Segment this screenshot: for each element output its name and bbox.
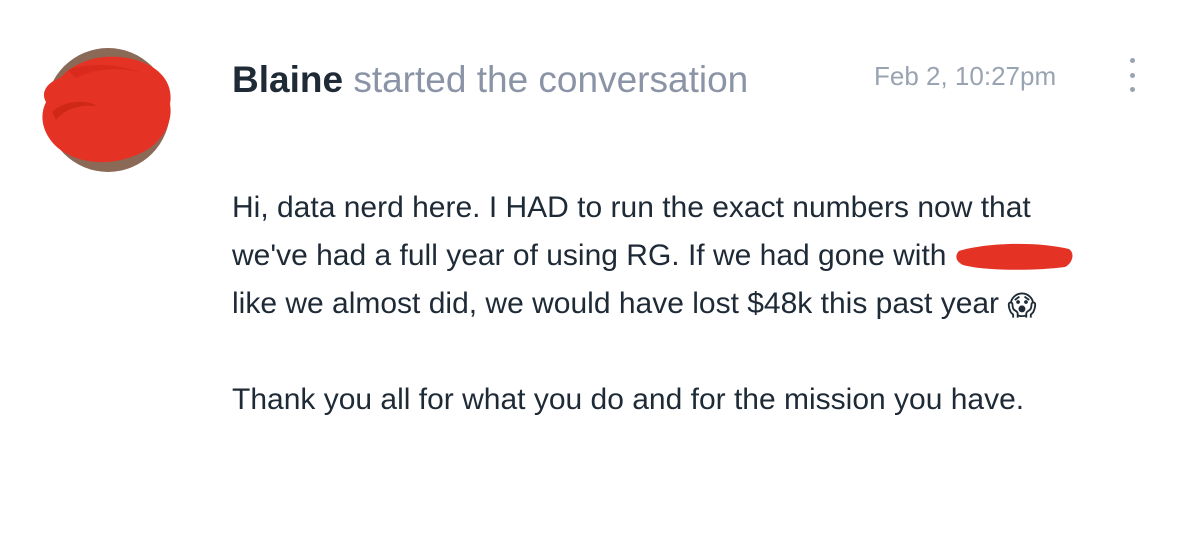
redaction-scribble <box>956 243 1073 270</box>
screaming-face-icon: 😱 <box>1007 290 1037 321</box>
author-name[interactable]: Blaine <box>232 59 343 100</box>
avatar-redaction <box>42 56 171 163</box>
avatar[interactable] <box>42 48 171 172</box>
message-timestamp: Feb 2, 10:27pm <box>874 61 1057 91</box>
menu-dot <box>1129 87 1135 92</box>
paragraph-text: like we almost did, we would have lost $… <box>232 287 1008 320</box>
more-vertical-icon[interactable] <box>1122 58 1142 92</box>
message-body: Hi, data nerd here. I HAD to run the exa… <box>232 184 1112 424</box>
message-paragraph: Thank you all for what you do and for th… <box>232 383 1025 416</box>
message-header: Blaine started the conversation <box>232 56 792 104</box>
menu-dot <box>1129 58 1135 63</box>
inline-redaction <box>955 241 1075 271</box>
paragraph-text: Hi, data nerd here. I HAD to run the exa… <box>232 191 1031 272</box>
conversation-message: Blaine started the conversation Feb 2, 1… <box>0 0 1200 558</box>
message-paragraph: Hi, data nerd here. I HAD to run the exa… <box>232 184 1112 328</box>
menu-dot <box>1129 72 1135 78</box>
action-text: started the conversation <box>343 59 749 100</box>
